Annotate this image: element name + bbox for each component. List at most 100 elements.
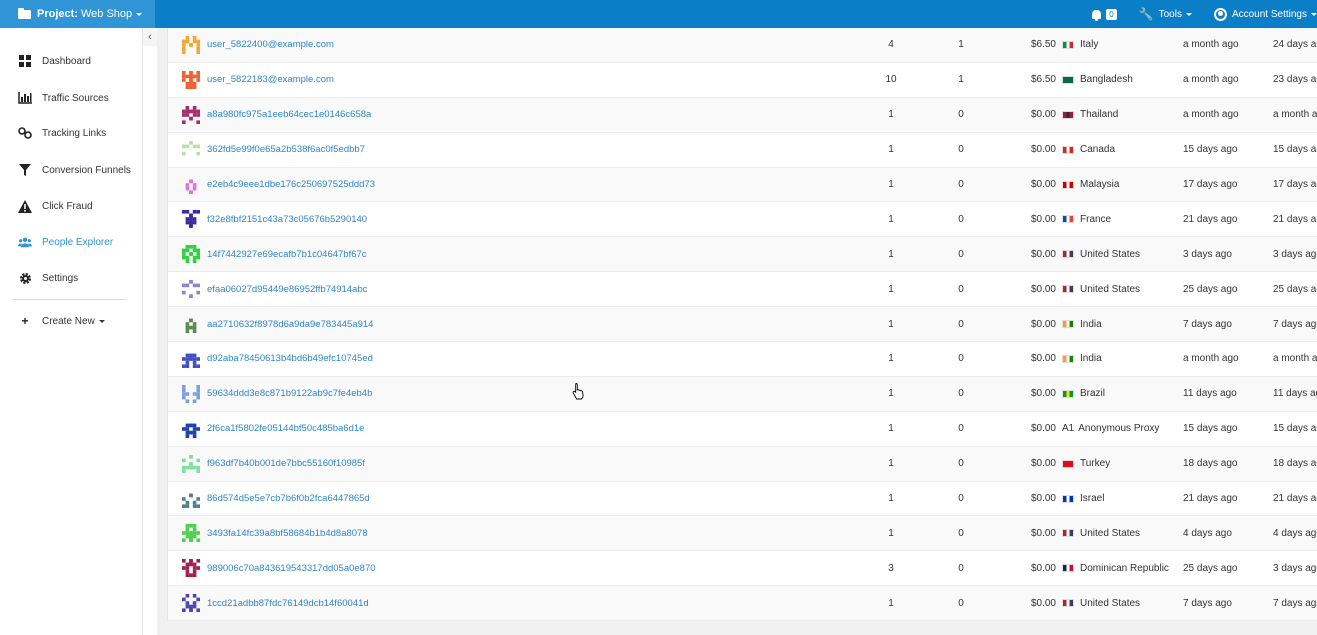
sidebar-item-label: Click Fraud	[42, 200, 93, 212]
table-row: user_5822400@example.com 4 1 $6.50 Italy a mo…	[168, 28, 1317, 63]
country-flag-icon	[1062, 389, 1074, 398]
revenue-value: $0.00	[1030, 213, 1056, 225]
conversions-count: 0	[958, 144, 964, 156]
tools-label: Tools	[1158, 8, 1182, 20]
visits-count: 4	[888, 39, 894, 51]
visits-count: 1	[888, 527, 894, 539]
first-seen: 21 days ago	[1183, 213, 1238, 225]
account-settings-menu[interactable]: Account Settings	[1213, 7, 1317, 21]
revenue-value: $0.00	[1030, 527, 1056, 539]
identicon-avatar	[182, 35, 200, 54]
project-switcher[interactable]: Project: Web Shop	[0, 0, 155, 28]
country-name: Anonymous Proxy	[1078, 423, 1160, 435]
last-seen: 4 days ago	[1273, 527, 1317, 539]
visits-count: 1	[888, 597, 894, 609]
revenue-value: $0.00	[1030, 283, 1056, 295]
sidebar-item-dashboard[interactable]: Dashboard	[0, 47, 143, 75]
country-flag-icon	[1062, 75, 1074, 84]
table-row: 362fd5e99f0e65a2b538f6ac0f5edbb7 1 0 $0.00 C…	[168, 133, 1317, 168]
last-seen: 15 days ago	[1273, 144, 1317, 156]
revenue-value: $0.00	[1030, 179, 1056, 190]
last-seen: 17 days ago	[1273, 179, 1317, 190]
user-link[interactable]: 1ccd21adbb87fdc76149dcb14f60041d	[207, 598, 369, 609]
revenue-value: $0.00	[1030, 388, 1056, 400]
sidebar-item-conversion-funnels[interactable]: Conversion Funnels	[0, 156, 143, 184]
user-link[interactable]: 59634ddd3e8c871b9122ab9c7fe4eb4b	[207, 388, 372, 399]
user-link[interactable]: f32e8fbf2151c43a73c05676b5290140	[207, 214, 367, 225]
notifications-button[interactable]: 0	[1092, 8, 1117, 21]
conversions-count: 0	[958, 213, 964, 225]
user-link[interactable]: 2f6ca1f5802fe05144bf50c485ba6d1e	[207, 423, 364, 434]
last-seen: 21 days ago	[1273, 493, 1317, 505]
identicon-avatar	[182, 140, 200, 156]
tools-menu[interactable]: 🔧 Tools	[1139, 7, 1192, 21]
country-flag-icon	[1062, 250, 1074, 259]
revenue-value: $0.00	[1030, 423, 1056, 435]
user-link[interactable]: 14f7442927e69ecafb7b1c04647bf67c	[207, 249, 367, 260]
sidebar-collapse-button[interactable]: ‹	[143, 28, 157, 46]
table-row: efaa06027d95449e86952ffb74914abc 1 0 $0.00 U…	[168, 272, 1317, 308]
user-link[interactable]: e2eb4c9eee1dbe176c250697525ddd73	[207, 179, 375, 190]
user-link[interactable]: user_5822183@example.com	[207, 74, 334, 85]
country-name: United States	[1080, 527, 1141, 539]
table-row: f32e8fbf2151c43a73c05676b5290140 1 0 $0.00 F…	[168, 202, 1317, 238]
identicon-avatar	[182, 280, 200, 299]
user-link[interactable]: 362fd5e99f0e65a2b538f6ac0f5edbb7	[207, 144, 365, 155]
sidebar-item-settings[interactable]: Settings	[0, 264, 143, 292]
last-seen: 7 days ago	[1273, 318, 1317, 330]
conversions-count: 1	[958, 74, 964, 86]
visits-count: 1	[888, 213, 894, 225]
country-flag-icon	[1062, 599, 1074, 608]
sidebar-item-click-fraud[interactable]: Click Fraud	[0, 192, 143, 220]
identicon-avatar	[182, 353, 200, 368]
sidebar-item-people-explorer[interactable]: People Explorer	[0, 228, 143, 256]
revenue-value: $0.00	[1030, 458, 1056, 470]
sidebar-item-tracking-links[interactable]: Tracking Links	[0, 119, 143, 147]
identicon-avatar	[182, 210, 200, 229]
sidebar-item-traffic-sources[interactable]: Traffic Sources	[0, 84, 143, 112]
caret-down-icon	[1311, 12, 1317, 16]
visits-count: 10	[885, 74, 897, 86]
user-circle-icon	[1213, 7, 1227, 21]
first-seen: a month ago	[1183, 74, 1239, 86]
user-link[interactable]: 989006c70a843619543317dd05a0e870	[207, 563, 376, 574]
table-row: f963df7b40b001de7bbc55160f10985f 1 0 $0.00 T…	[168, 446, 1317, 482]
country-name: France	[1080, 213, 1112, 225]
country-flag-icon	[1062, 529, 1074, 538]
country-name: Israel	[1080, 493, 1105, 505]
user-link[interactable]: f963df7b40b001de7bbc55160f10985f	[207, 458, 365, 469]
user-link[interactable]: 3493fa14fc39a8bf58684b1b4d8a8078	[207, 528, 368, 539]
caret-down-icon	[1185, 12, 1192, 16]
bell-icon	[1092, 9, 1102, 21]
user-link[interactable]: 86d574d5e5e7cb7b6f0b2fca6447865d	[207, 493, 370, 504]
table-row: 2f6ca1f5802fe05144bf50c485ba6d1e 1 0 $0.00 A…	[168, 412, 1317, 447]
country-name: United States	[1080, 248, 1141, 260]
conversions-count: 0	[958, 283, 964, 295]
user-link[interactable]: user_5822400@example.com	[207, 39, 334, 50]
mouse-cursor-icon	[572, 383, 584, 400]
create-new-label: Create New	[42, 315, 95, 327]
country-name: Italy	[1080, 39, 1099, 51]
table-row: 3493fa14fc39a8bf58684b1b4d8a8078 1 0 $0.00 U…	[168, 516, 1317, 552]
conversions-count: 0	[958, 493, 964, 505]
visits-count: 1	[888, 109, 894, 121]
last-seen: 23 days ago	[1273, 74, 1317, 86]
user-link[interactable]: aa2710632f8978d6a9da9e783445a914	[207, 319, 373, 330]
country-name: India	[1080, 318, 1102, 330]
first-seen: 18 days ago	[1183, 458, 1238, 470]
table-row: a8a980fc975a1eeb64cec1e0146c658a 1 0 $0.00 T…	[168, 97, 1317, 133]
visits-count: 1	[888, 458, 894, 470]
identicon-avatar	[182, 493, 200, 508]
project-prefix: Project:	[37, 8, 78, 20]
first-seen: a month ago	[1183, 109, 1239, 121]
last-seen: 3 days ago	[1273, 248, 1317, 260]
create-new-button[interactable]: + Create New	[0, 307, 143, 335]
sidebar: Dashboard Traffic Sources Tracking Links…	[0, 28, 143, 635]
user-link[interactable]: a8a980fc975a1eeb64cec1e0146c658a	[207, 109, 371, 120]
identicon-avatar	[182, 454, 200, 473]
wrench-icon: 🔧	[1138, 7, 1154, 21]
country-name: United States	[1080, 597, 1141, 609]
user-link[interactable]: d92aba78450613b4bd6b49efc10745ed	[207, 353, 373, 364]
folder-icon	[18, 7, 31, 19]
user-link[interactable]: efaa06027d95449e86952ffb74914abc	[207, 284, 367, 295]
